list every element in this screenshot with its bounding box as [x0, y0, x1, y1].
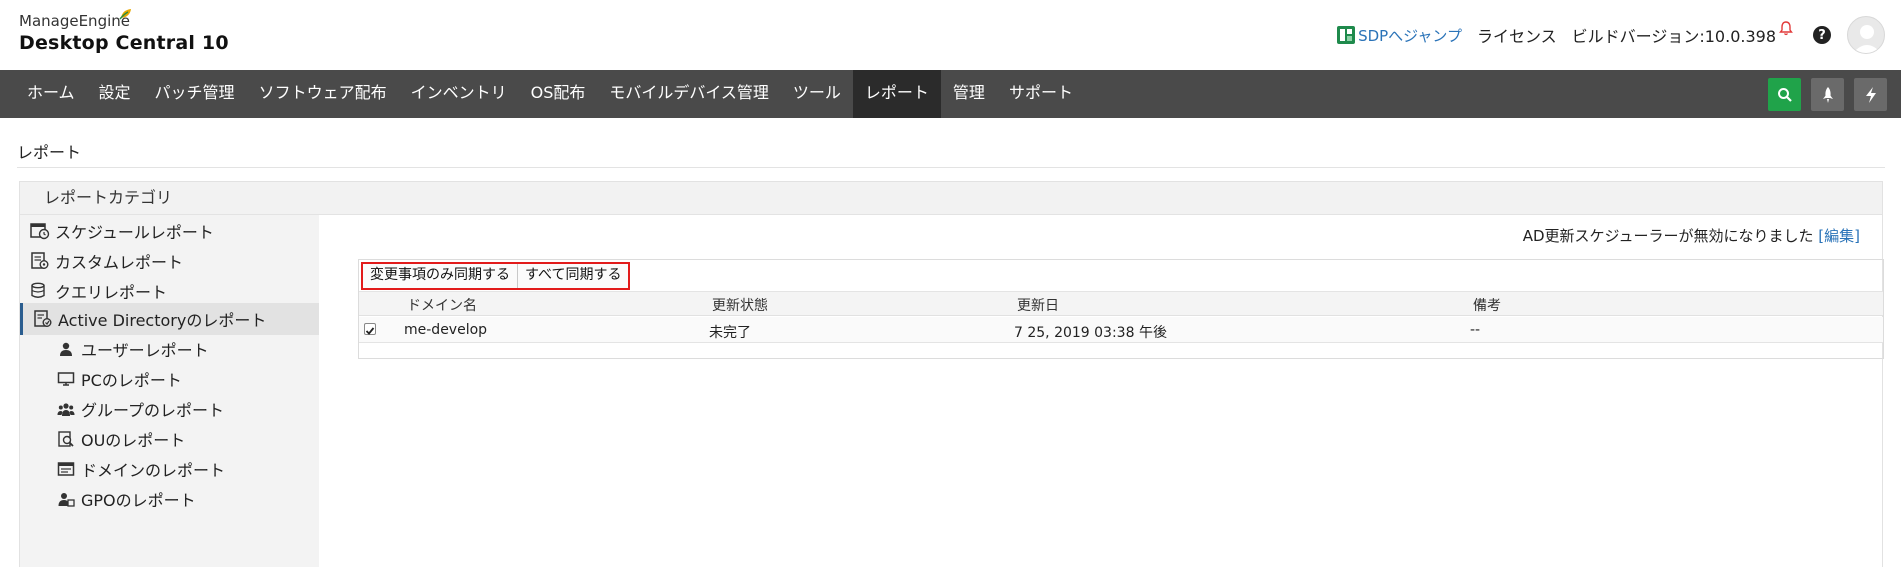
ad-status-text: AD更新スケジューラーが無効になりました	[1522, 227, 1814, 245]
leaf-logo-icon	[119, 9, 131, 20]
license-link[interactable]: ライセンス	[1477, 23, 1557, 47]
search-button[interactable]	[1768, 78, 1801, 111]
nav-tools-group	[1758, 78, 1887, 111]
avatar[interactable]	[1847, 16, 1885, 54]
domain-icon	[57, 462, 75, 476]
nav-mdm[interactable]: モバイルデバイス管理	[597, 70, 781, 118]
ad-report-icon	[34, 310, 52, 327]
sdp-jump-link[interactable]: SDPへジャンプ	[1337, 25, 1462, 46]
custom-report-icon	[31, 252, 49, 269]
schedule-report-icon	[30, 223, 50, 240]
sync-all-button[interactable]: すべて同期する	[518, 264, 629, 288]
sidebar-item-label: スケジュールレポート	[55, 223, 214, 242]
sidebar-item-schedule-report[interactable]: スケジュールレポート	[20, 215, 319, 247]
report-category-panel: レポートカテゴリ スケジュールレポート カスタムレポート クエリレポート Act…	[19, 181, 1884, 567]
column-header-state[interactable]: 更新状態	[712, 295, 768, 315]
query-report-icon	[31, 282, 45, 298]
quick-actions-button[interactable]	[1854, 78, 1887, 111]
bell-icon[interactable]	[1779, 20, 1793, 36]
brand-product: Desktop Central 10	[19, 32, 229, 54]
cell-note: --	[1470, 322, 1481, 338]
nav-home[interactable]: ホーム	[15, 70, 87, 118]
quick-launch-button[interactable]	[1811, 78, 1844, 111]
divider	[17, 167, 1885, 168]
build-version: ビルドバージョン:10.0.398	[1571, 27, 1776, 46]
table-header: ドメイン名 更新状態 更新日 備考	[359, 291, 1883, 316]
nav-reports[interactable]: レポート	[852, 70, 941, 118]
sidebar-item-label: ユーザーレポート	[81, 341, 209, 360]
sidebar-item-label: PCのレポート	[81, 371, 182, 390]
sidebar-item-label: カスタムレポート	[55, 253, 184, 272]
sidebar-item-label: グループのレポート	[81, 401, 225, 420]
nav-os-deploy[interactable]: OS配布	[519, 70, 598, 118]
nav-support[interactable]: サポート	[997, 70, 1085, 118]
nav-inventory[interactable]: インベントリ	[399, 70, 519, 118]
header-actions: SDPへジャンプ ライセンス ビルドバージョン:10.0.398 ?	[1337, 16, 1885, 54]
edit-link[interactable]: [編集]	[1818, 227, 1860, 245]
sidebar-item-label: GPOのレポート	[81, 491, 196, 510]
group-icon	[57, 403, 75, 416]
cell-domain: me-develop	[404, 322, 488, 338]
sdp-link-label: SDPへジャンプ	[1358, 26, 1462, 45]
nav-patch[interactable]: パッチ管理	[143, 70, 247, 118]
column-header-date[interactable]: 更新日	[1017, 295, 1059, 315]
sdp-icon	[1337, 26, 1356, 44]
user-icon	[60, 342, 72, 356]
sidebar-item-group-report[interactable]: グループのレポート	[20, 393, 319, 425]
lightning-icon	[1865, 86, 1876, 103]
category-header: レポートカテゴリ	[20, 182, 1882, 215]
sidebar-item-gpo-report[interactable]: GPOのレポート	[20, 483, 319, 515]
nav-admin[interactable]: 管理	[941, 70, 997, 118]
brand-logo[interactable]: ManageEngine Desktop Central 10	[19, 9, 229, 54]
search-icon	[1777, 87, 1792, 102]
sidebar-item-pc-report[interactable]: PCのレポート	[20, 363, 319, 395]
row-checkbox[interactable]	[364, 323, 376, 335]
sync-toolbar: 変更事項のみ同期する すべて同期する	[361, 262, 631, 290]
sidebar-item-label: ドメインのレポート	[81, 461, 226, 480]
top-header: ManageEngine Desktop Central 10 SDPへジャンプ…	[0, 0, 1901, 70]
sidebar-item-domain-report[interactable]: ドメインのレポート	[20, 453, 319, 485]
nav-tools[interactable]: ツール	[781, 70, 853, 118]
content-area: AD更新スケジューラーが無効になりました [編集] 変更事項のみ同期する すべて…	[320, 215, 1884, 567]
sidebar-item-active-directory[interactable]: Active Directoryのレポート	[20, 303, 319, 335]
column-header-note[interactable]: 備考	[1473, 295, 1501, 315]
sidebar-item-ou-report[interactable]: OUのレポート	[20, 423, 319, 455]
monitor-icon	[57, 372, 75, 386]
sidebar-item-label: クエリレポート	[55, 283, 168, 302]
nav-software-deploy[interactable]: ソフトウェア配布	[247, 70, 399, 118]
sync-changes-button[interactable]: 変更事項のみ同期する	[363, 264, 518, 288]
main-nav: ホーム 設定 パッチ管理 ソフトウェア配布 インベントリ OS配布 モバイルデバ…	[0, 70, 1901, 118]
cell-state: 未完了	[709, 325, 751, 341]
user-avatar-icon	[1853, 25, 1881, 53]
checkmark-icon	[365, 327, 375, 335]
cell-date: 7 25, 2019 03:38 午後	[1014, 325, 1167, 341]
sidebar-item-label: Active Directoryのレポート	[58, 311, 267, 330]
nav-settings[interactable]: 設定	[87, 70, 143, 118]
sidebar-item-custom-report[interactable]: カスタムレポート	[20, 245, 319, 277]
help-icon[interactable]: ?	[1813, 26, 1831, 44]
column-header-domain[interactable]: ドメイン名	[407, 295, 477, 315]
report-sidebar: スケジュールレポート カスタムレポート クエリレポート Active Direc…	[20, 215, 319, 567]
ad-scheduler-status: AD更新スケジューラーが無効になりました [編集]	[1523, 225, 1860, 246]
sidebar-item-user-report[interactable]: ユーザーレポート	[20, 333, 319, 365]
ou-icon	[58, 431, 74, 447]
rocket-icon	[1822, 86, 1833, 103]
sidebar-item-label: OUのレポート	[81, 431, 186, 450]
page-title: レポート	[17, 143, 82, 162]
table-row[interactable]: me-develop 未完了 7 25, 2019 03:38 午後 --	[359, 317, 1883, 343]
domain-table: 変更事項のみ同期する すべて同期する ドメイン名 更新状態 更新日 備考 me-…	[358, 259, 1884, 359]
gpo-icon	[58, 493, 75, 507]
